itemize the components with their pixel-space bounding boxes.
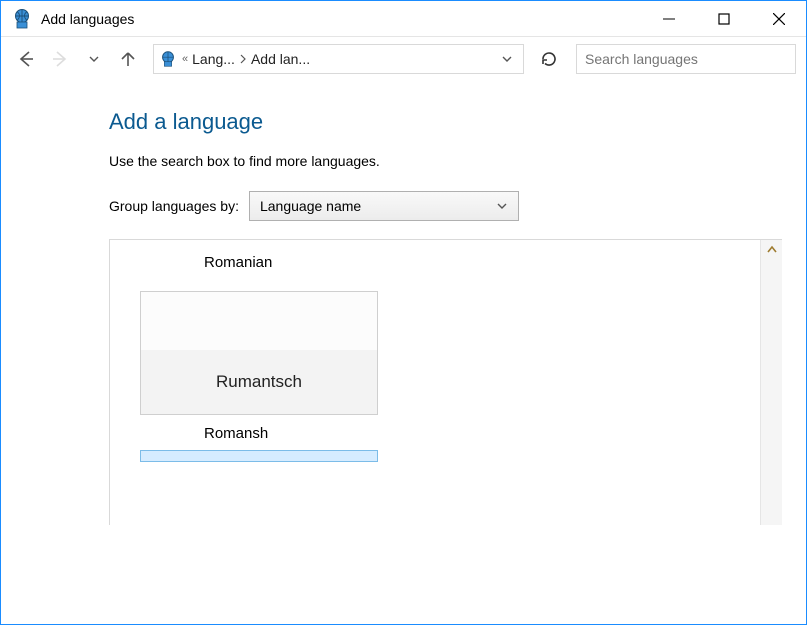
content-area: Add a language Use the search box to fin… bbox=[1, 81, 806, 525]
breadcrumb-sep-icon: « bbox=[182, 53, 188, 65]
globe-icon bbox=[158, 49, 178, 69]
minimize-button[interactable] bbox=[641, 1, 696, 36]
language-tile[interactable] bbox=[140, 450, 378, 462]
group-by-label: Group languages by: bbox=[109, 198, 239, 214]
hint-text: Use the search box to find more language… bbox=[109, 153, 782, 169]
scrollbar[interactable] bbox=[760, 240, 782, 525]
titlebar: Add languages bbox=[1, 1, 806, 37]
scroll-up-icon[interactable] bbox=[766, 244, 778, 254]
language-native-name: Rumantsch bbox=[141, 350, 377, 414]
back-button[interactable] bbox=[11, 44, 41, 74]
chevron-right-icon bbox=[239, 54, 247, 64]
window-title: Add languages bbox=[41, 11, 641, 27]
maximize-button[interactable] bbox=[696, 1, 751, 36]
language-group-header: Romanian bbox=[204, 254, 730, 271]
chevron-down-icon bbox=[496, 200, 508, 212]
chevron-down-icon[interactable] bbox=[495, 53, 519, 65]
page-title: Add a language bbox=[109, 109, 782, 135]
globe-icon bbox=[11, 8, 33, 30]
breadcrumb-bar[interactable]: « Lang... Add lan... bbox=[153, 44, 524, 74]
group-by-dropdown[interactable]: Language name bbox=[249, 191, 519, 221]
group-by-row: Group languages by: Language name bbox=[109, 191, 782, 221]
language-tile[interactable]: Rumantsch bbox=[140, 291, 378, 415]
language-english-name: Romansh bbox=[204, 425, 730, 442]
close-button[interactable] bbox=[751, 1, 806, 36]
search-input[interactable] bbox=[576, 44, 796, 74]
toolbar: « Lang... Add lan... bbox=[1, 37, 806, 81]
language-list: Romanian Rumantsch Romansh bbox=[109, 239, 782, 525]
window-controls bbox=[641, 1, 806, 36]
dropdown-value: Language name bbox=[260, 198, 361, 214]
recent-locations-button[interactable] bbox=[79, 44, 109, 74]
breadcrumb-item[interactable]: Add lan... bbox=[251, 51, 310, 67]
forward-button[interactable] bbox=[45, 44, 75, 74]
refresh-button[interactable] bbox=[534, 44, 564, 74]
up-button[interactable] bbox=[113, 44, 143, 74]
breadcrumb-item[interactable]: Lang... bbox=[192, 51, 235, 67]
language-scroll-pane[interactable]: Romanian Rumantsch Romansh bbox=[110, 240, 760, 525]
